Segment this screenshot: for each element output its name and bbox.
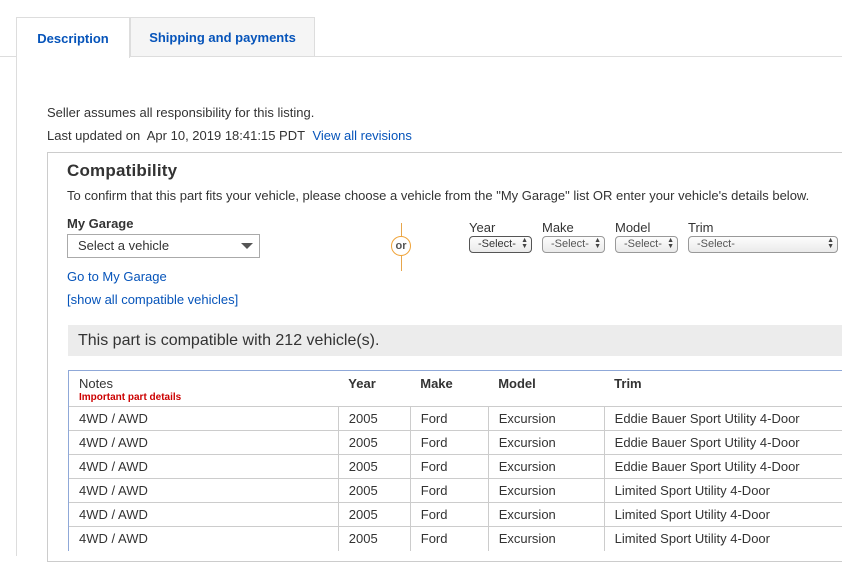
cell-make: Ford <box>410 431 488 455</box>
cell-trim: Eddie Bauer Sport Utility 4-Door <box>604 431 842 455</box>
cell-trim: Eddie Bauer Sport Utility 4-Door <box>604 407 842 431</box>
table-row: 4WD / AWD 2005 Ford Excursion Eddie Baue… <box>69 407 842 431</box>
cell-year: 2005 <box>338 407 410 431</box>
model-select[interactable]: -Select- ▲▼ <box>615 236 678 253</box>
seller-note: Seller assumes all responsibility for th… <box>47 105 314 120</box>
my-garage-select[interactable]: Select a vehicle <box>67 234 260 258</box>
updown-arrows-icon: ▲▼ <box>827 238 834 250</box>
cell-notes: 4WD / AWD <box>69 407 339 431</box>
tab-bar: Description Shipping and payments <box>0 0 842 57</box>
cell-notes: 4WD / AWD <box>69 503 339 527</box>
trim-label: Trim <box>688 220 714 235</box>
cell-year: 2005 <box>338 455 410 479</box>
updown-arrows-icon: ▲▼ <box>667 238 674 250</box>
compatibility-table: Notes Important part details Year Make M… <box>68 370 842 551</box>
cell-trim: Limited Sport Utility 4-Door <box>604 479 842 503</box>
table-row: 4WD / AWD 2005 Ford Excursion Eddie Baue… <box>69 455 842 479</box>
show-all-compatible-vehicles-link[interactable]: [show all compatible vehicles] <box>67 292 238 307</box>
cell-make: Ford <box>410 527 488 551</box>
compatibility-description: To confirm that this part fits your vehi… <box>67 188 809 203</box>
last-updated-value: Apr 10, 2019 18:41:15 PDT <box>147 128 305 143</box>
cell-model: Excursion <box>488 455 604 479</box>
last-updated: Last updated on Apr 10, 2019 18:41:15 PD… <box>47 128 412 143</box>
cell-notes: 4WD / AWD <box>69 431 339 455</box>
tab-description[interactable]: Description <box>16 17 130 58</box>
cell-notes: 4WD / AWD <box>69 527 339 551</box>
cell-model: Excursion <box>488 527 604 551</box>
year-select-value: -Select- <box>478 238 516 250</box>
compatibility-count-banner: This part is compatible with 212 vehicle… <box>68 325 842 356</box>
year-label: Year <box>469 220 495 235</box>
cell-make: Ford <box>410 455 488 479</box>
column-header-notes: Notes Important part details <box>69 371 339 407</box>
model-select-value: -Select- <box>624 238 662 250</box>
important-part-details-label: Important part details <box>79 392 338 403</box>
cell-make: Ford <box>410 479 488 503</box>
cell-year: 2005 <box>338 431 410 455</box>
table-row: 4WD / AWD 2005 Ford Excursion Limited Sp… <box>69 527 842 551</box>
cell-model: Excursion <box>488 503 604 527</box>
cell-model: Excursion <box>488 407 604 431</box>
updown-arrows-icon: ▲▼ <box>594 238 601 250</box>
cell-model: Excursion <box>488 431 604 455</box>
compatibility-title: Compatibility <box>67 161 177 181</box>
cell-trim: Limited Sport Utility 4-Door <box>604 527 842 551</box>
column-header-make[interactable]: Make <box>410 371 488 407</box>
chevron-down-icon <box>235 235 259 257</box>
cell-year: 2005 <box>338 503 410 527</box>
column-header-trim[interactable]: Trim <box>604 371 842 407</box>
cell-trim: Limited Sport Utility 4-Door <box>604 503 842 527</box>
table-row: 4WD / AWD 2005 Ford Excursion Limited Sp… <box>69 479 842 503</box>
column-header-model[interactable]: Model <box>488 371 604 407</box>
make-select-value: -Select- <box>551 238 589 250</box>
cell-notes: 4WD / AWD <box>69 455 339 479</box>
trim-select-value: -Select- <box>697 238 735 250</box>
my-garage-select-value: Select a vehicle <box>78 238 169 253</box>
year-select[interactable]: -Select- ▲▼ <box>469 236 532 253</box>
make-select[interactable]: -Select- ▲▼ <box>542 236 605 253</box>
or-badge: or <box>391 236 411 256</box>
my-garage-label: My Garage <box>67 216 133 231</box>
cell-notes: 4WD / AWD <box>69 479 339 503</box>
view-all-revisions-link[interactable]: View all revisions <box>312 128 411 143</box>
cell-trim: Eddie Bauer Sport Utility 4-Door <box>604 455 842 479</box>
notes-header-label: Notes <box>79 376 113 391</box>
tab-shipping-and-payments[interactable]: Shipping and payments <box>130 17 315 56</box>
make-label: Make <box>542 220 574 235</box>
go-to-my-garage-link[interactable]: Go to My Garage <box>67 269 167 284</box>
column-header-year[interactable]: Year <box>338 371 410 407</box>
updown-arrows-icon: ▲▼ <box>521 238 528 250</box>
table-row: 4WD / AWD 2005 Ford Excursion Limited Sp… <box>69 503 842 527</box>
cell-year: 2005 <box>338 527 410 551</box>
cell-make: Ford <box>410 407 488 431</box>
cell-make: Ford <box>410 503 488 527</box>
table-header-row: Notes Important part details Year Make M… <box>69 371 842 407</box>
model-label: Model <box>615 220 650 235</box>
table-row: 4WD / AWD 2005 Ford Excursion Eddie Baue… <box>69 431 842 455</box>
trim-select[interactable]: -Select- ▲▼ <box>688 236 838 253</box>
cell-year: 2005 <box>338 479 410 503</box>
cell-model: Excursion <box>488 479 604 503</box>
last-updated-label: Last updated on <box>47 128 140 143</box>
